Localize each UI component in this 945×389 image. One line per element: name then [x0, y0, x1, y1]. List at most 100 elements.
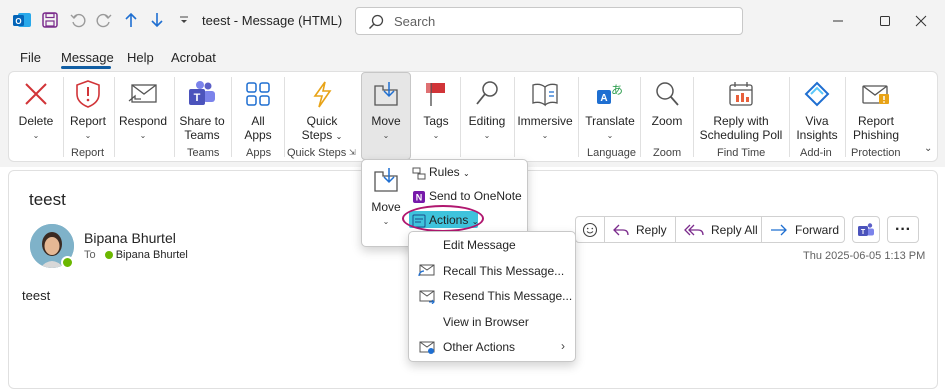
viva-insights-button[interactable]: Viva Insights: [794, 78, 840, 142]
send-to-onenote-button[interactable]: N Send to OneNote: [412, 189, 522, 204]
close-icon: [915, 15, 927, 27]
lightning-icon: [305, 78, 339, 110]
emoji-reaction-button[interactable]: [575, 216, 605, 243]
group-label-report: Report: [71, 147, 105, 159]
active-tab-indicator: [61, 66, 111, 69]
save-icon[interactable]: [40, 10, 60, 30]
tab-file[interactable]: File: [20, 50, 41, 65]
ribbon-separator: [845, 77, 846, 157]
quick-steps-button[interactable]: Quick Steps ⌄: [295, 78, 349, 144]
viva-insights-icon: [800, 78, 834, 110]
immersive-button[interactable]: Immersive ⌄: [517, 78, 573, 143]
all-apps-label-2: Apps: [244, 128, 272, 142]
report-phishing-icon: [859, 78, 893, 110]
svg-text:N: N: [416, 192, 423, 202]
respond-label: Respond: [118, 114, 168, 128]
undo-icon[interactable]: [68, 10, 88, 30]
sender-name[interactable]: Bipana Bhurtel: [84, 230, 176, 246]
svg-text:O: O: [15, 17, 21, 26]
tags-label: Tags: [423, 114, 449, 128]
reply-all-button[interactable]: Reply All: [675, 216, 762, 243]
recipient-name[interactable]: Bipana Bhurtel: [116, 249, 188, 261]
zoom-button[interactable]: Zoom: [646, 78, 688, 128]
tags-button[interactable]: Tags ⌄: [416, 78, 456, 143]
zoom-label: Zoom: [651, 114, 683, 128]
reply-scheduling-label-1: Reply with: [713, 114, 769, 128]
move-label: Move: [371, 114, 401, 128]
more-actions-button[interactable]: ···: [887, 216, 919, 243]
group-label-apps: Apps: [246, 147, 272, 159]
outlook-logo-icon: O: [12, 10, 32, 30]
rules-icon: [412, 167, 426, 180]
to-label: To: [84, 249, 96, 261]
redo-icon[interactable]: [94, 10, 114, 30]
ribbon-separator: [640, 77, 641, 157]
svg-text:T: T: [861, 229, 866, 236]
move-folder-icon: [369, 78, 403, 110]
translate-button[interactable]: Aあ Translate ⌄: [585, 78, 635, 143]
reply-button[interactable]: Reply: [604, 216, 676, 243]
menu-item-other-actions[interactable]: Other Actions: [443, 340, 515, 354]
minimize-button[interactable]: [815, 8, 861, 34]
ribbon-separator: [63, 77, 64, 157]
delete-button[interactable]: Delete ⌄: [14, 78, 58, 143]
report-phishing-button[interactable]: Report Phishing: [850, 78, 902, 142]
next-item-icon[interactable]: [147, 10, 167, 30]
maximize-icon: [880, 16, 890, 26]
group-label-quick-steps: Quick Steps: [287, 147, 347, 159]
respond-button[interactable]: Respond ⌄: [117, 78, 169, 143]
menu-item-edit-message[interactable]: Edit Message: [443, 238, 516, 252]
svg-text:A: A: [600, 93, 607, 104]
editing-button[interactable]: Editing ⌄: [463, 78, 511, 143]
group-label-find-time: Find Time: [717, 147, 766, 159]
tab-acrobat[interactable]: Acrobat: [171, 50, 216, 65]
customize-toolbar-icon[interactable]: [174, 10, 194, 30]
envelope-reply-icon: [126, 78, 160, 110]
search-box[interactable]: Search: [355, 7, 743, 35]
share-to-teams-button[interactable]: T Share to Teams: [177, 78, 227, 142]
find-icon: [470, 78, 504, 110]
reply-all-icon: [684, 224, 704, 235]
ribbon-separator: [460, 77, 461, 157]
ribbon-expand-chevron-icon[interactable]: ⌄: [924, 143, 932, 154]
menu-item-view-in-browser[interactable]: View in Browser: [443, 315, 529, 329]
forward-button[interactable]: Forward: [761, 216, 845, 243]
translate-icon: Aあ: [593, 78, 627, 110]
move-button[interactable]: Move ⌄: [364, 78, 408, 143]
recipient-presence-icon: [104, 251, 113, 260]
ribbon-separator: [693, 77, 694, 157]
ribbon-separator: [231, 77, 232, 157]
message-body: teest: [22, 288, 51, 303]
dialog-launcher-icon[interactable]: ⇲: [349, 148, 356, 157]
reply-scheduling-poll-button[interactable]: Reply with Scheduling Poll: [699, 78, 783, 142]
group-label-language: Language: [587, 147, 636, 159]
minimize-icon: [833, 20, 843, 22]
chevron-down-icon: ⌄: [432, 131, 440, 140]
immersive-label: Immersive: [517, 114, 573, 128]
close-button[interactable]: [898, 8, 944, 34]
tab-message[interactable]: Message: [61, 50, 114, 65]
reply-all-label: Reply All: [711, 222, 758, 237]
teams-icon: T: [858, 222, 874, 236]
svg-text:T: T: [194, 92, 201, 104]
message-date: Thu 2025-06-05 1:13 PM: [803, 250, 926, 262]
chevron-down-icon: ⌄: [139, 131, 147, 140]
report-phishing-label-1: Report: [857, 114, 895, 128]
menu-item-resend-message[interactable]: Resend This Message...: [443, 289, 572, 303]
calendar-poll-icon: [724, 78, 758, 110]
resend-message-icon: [419, 290, 435, 304]
teams-share-button[interactable]: T: [852, 216, 880, 243]
chevron-right-icon: ›: [561, 339, 565, 353]
menu-item-recall-message[interactable]: Recall This Message...: [443, 264, 564, 278]
ribbon-separator: [174, 77, 175, 157]
onenote-icon: N: [413, 190, 425, 203]
move-popup-button[interactable]: Move ⌄: [366, 164, 406, 229]
all-apps-button[interactable]: All Apps: [236, 78, 280, 142]
previous-item-icon[interactable]: [121, 10, 141, 30]
rules-button[interactable]: Rules ⌄: [412, 165, 470, 180]
recipient-line: To Bipana Bhurtel: [84, 249, 188, 261]
report-button[interactable]: Report ⌄: [66, 78, 110, 143]
translate-label: Translate: [585, 114, 635, 128]
viva-insights-label-2: Insights: [796, 128, 838, 142]
tab-help[interactable]: Help: [127, 50, 154, 65]
